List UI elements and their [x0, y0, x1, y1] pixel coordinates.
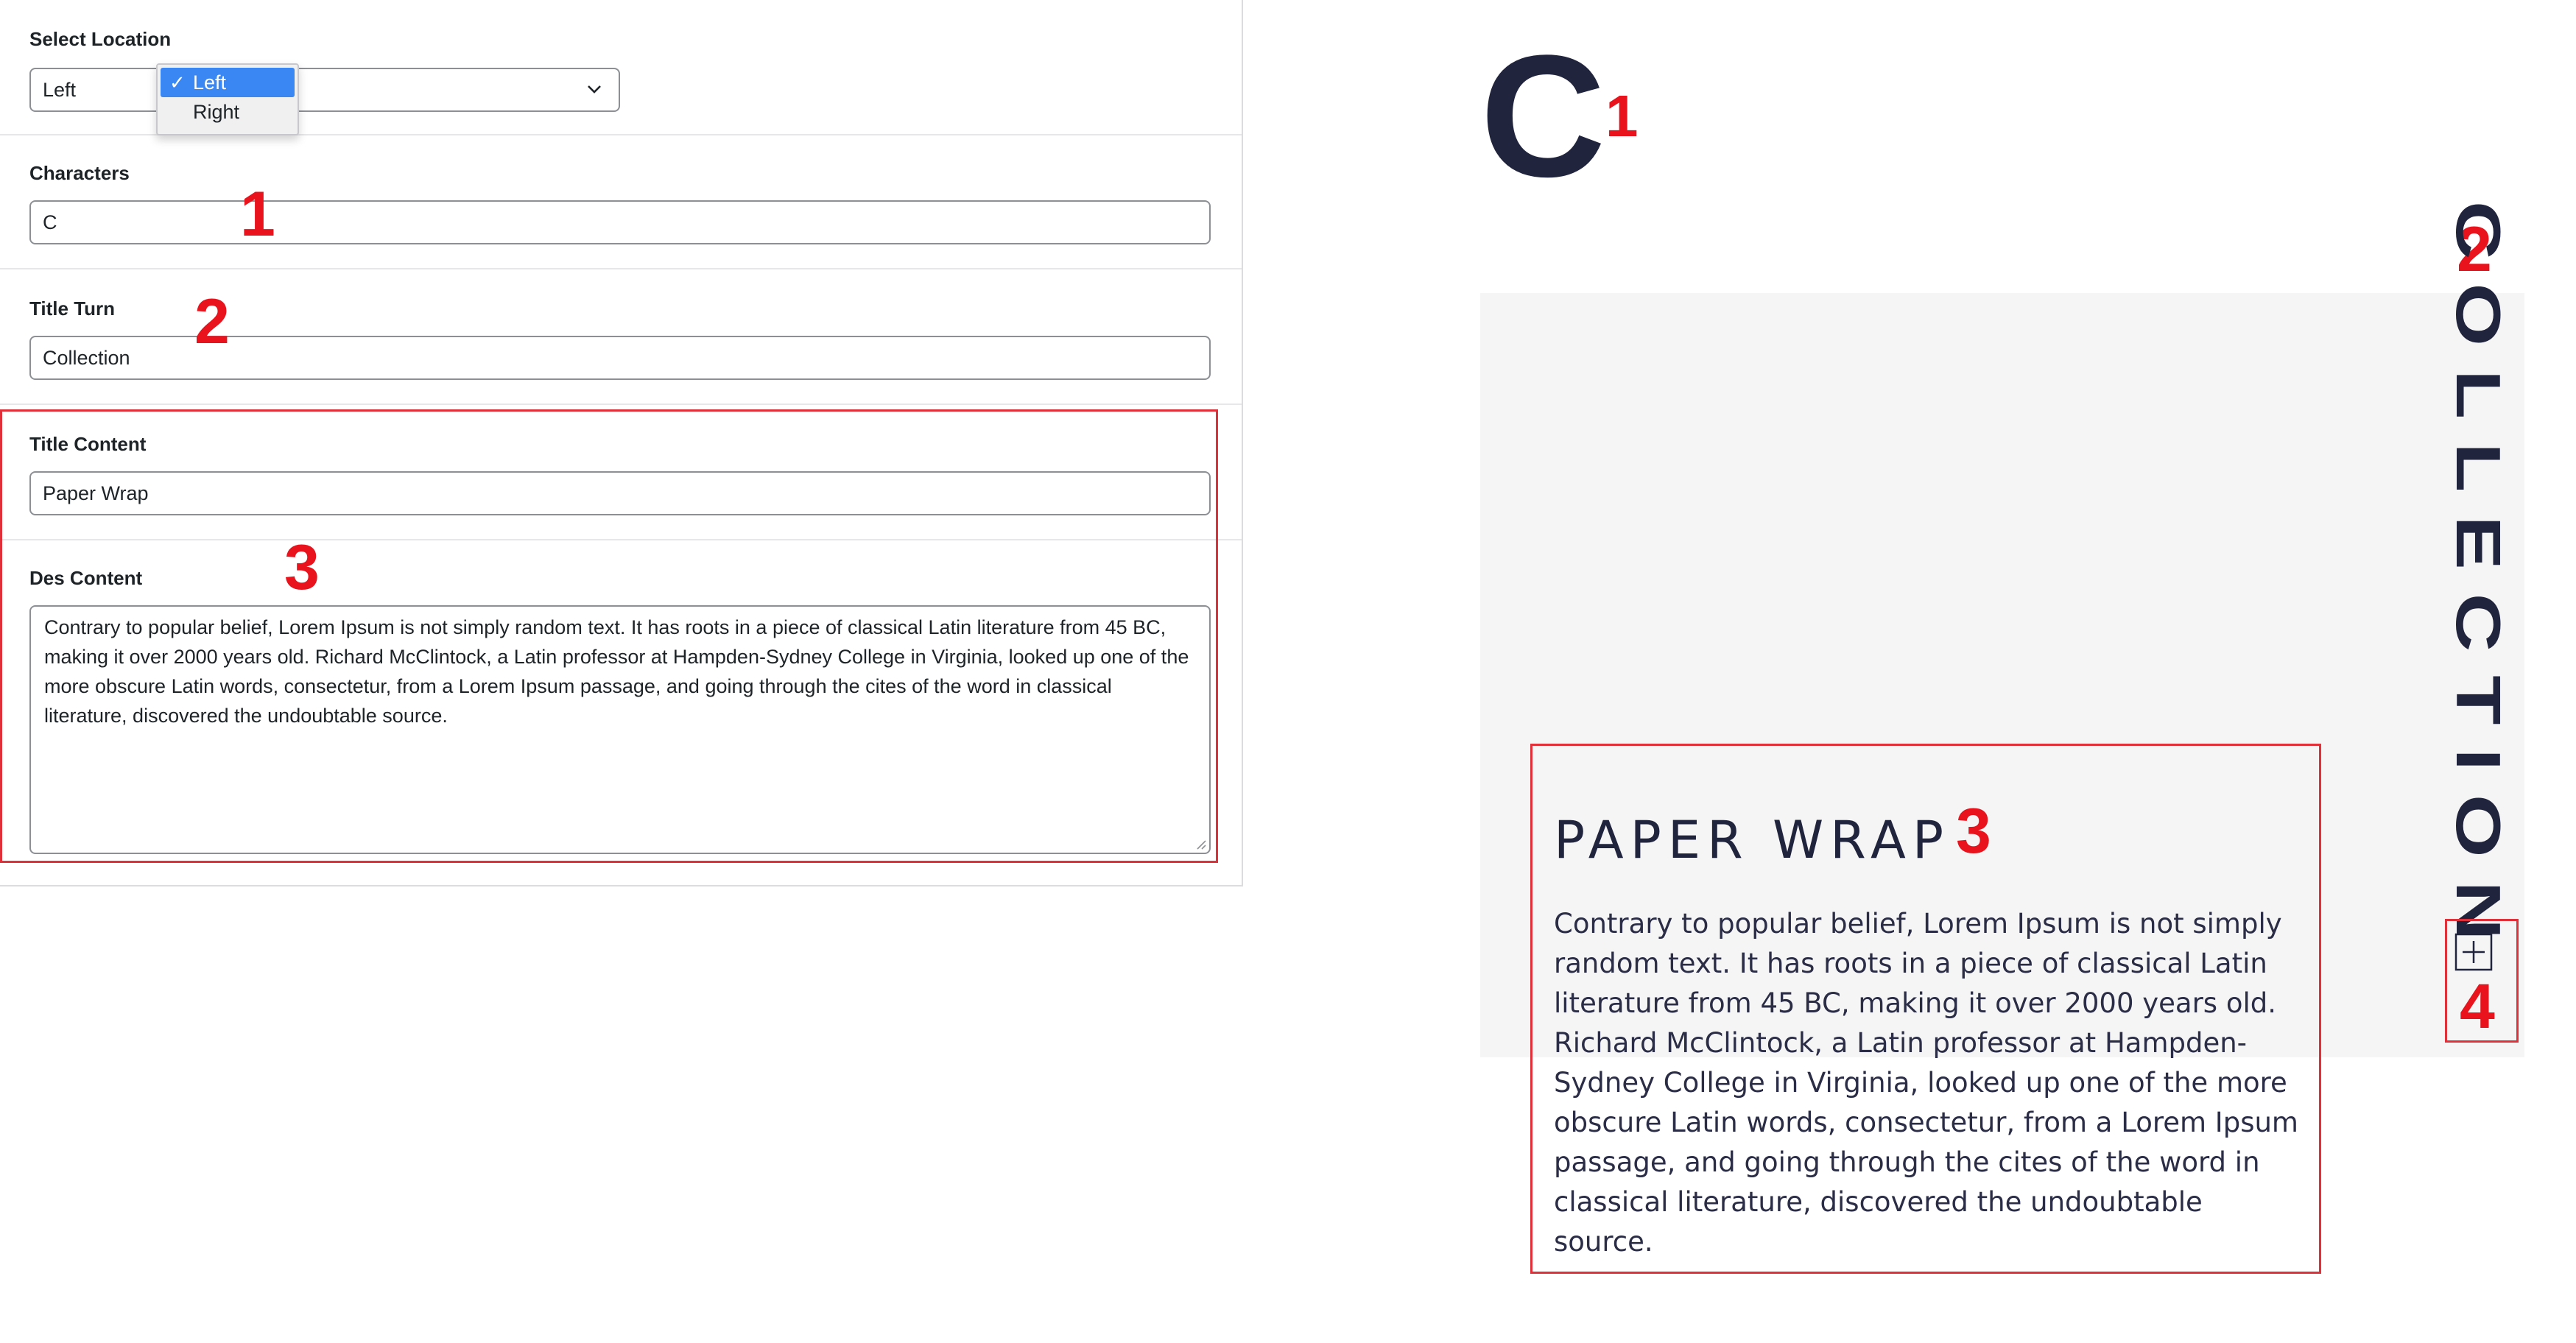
location-dropdown-menu: ✓ Left Right [156, 63, 299, 135]
plus-box-icon[interactable] [2454, 932, 2494, 972]
location-option-left[interactable]: ✓ Left [161, 68, 295, 97]
preview-annotation-3: 3 [1956, 796, 1991, 867]
preview-card-title: Paper Wrap [1554, 810, 1951, 870]
annotation-number-2: 2 [194, 286, 230, 357]
annotation-number-3: 3 [284, 532, 320, 603]
checkmark-icon: ✓ [169, 71, 186, 94]
location-select-value: Left [43, 79, 77, 101]
preview-vertical-title: Collection [2429, 201, 2527, 963]
field-characters: Characters C [0, 135, 1242, 269]
preview-annotation-4: 4 [2460, 971, 2495, 1042]
title-turn-label: Title Turn [29, 297, 116, 320]
location-option-right[interactable]: Right [161, 97, 295, 127]
vertical-title-text: Collection [2443, 200, 2513, 963]
characters-label: Characters [29, 162, 130, 184]
characters-input[interactable]: C [29, 200, 1211, 244]
select-location-label: Select Location [29, 28, 172, 50]
chevron-down-icon [588, 85, 601, 94]
field-select-location: Select Location Left ✓ Left Right [0, 0, 1242, 135]
location-option-left-label: Left [193, 71, 227, 94]
preview-character: C [1480, 19, 1605, 214]
highlight-box-settings-3 [0, 409, 1218, 863]
field-title-turn: Title Turn Collection [0, 269, 1242, 405]
location-option-right-label: Right [193, 101, 240, 123]
preview-annotation-1: 1 [1605, 83, 1639, 149]
preview-card-body: Contrary to popular belief, Lorem Ipsum … [1554, 908, 2298, 1258]
annotation-number-1: 1 [240, 179, 275, 250]
location-select[interactable]: Left [29, 68, 620, 112]
